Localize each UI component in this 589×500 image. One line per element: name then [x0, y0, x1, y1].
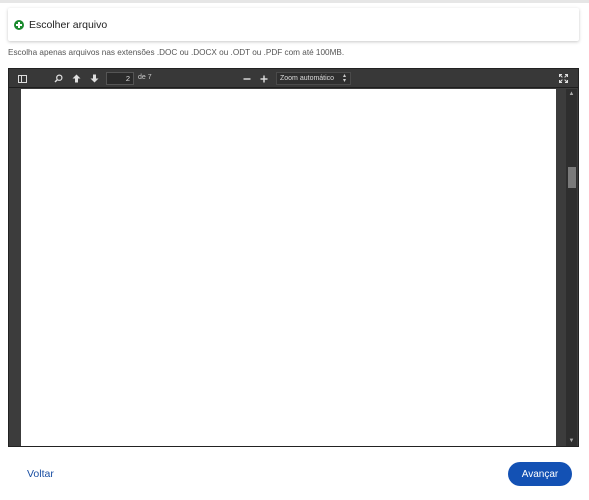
sidebar-toggle-button[interactable]	[16, 72, 29, 85]
zoom-value: Zoom automático	[280, 75, 335, 82]
choose-file-button[interactable]: Escolher arquivo	[8, 8, 579, 41]
viewer-toolbar: de 7 Zoom automático ▴▾	[9, 69, 578, 88]
back-link[interactable]: Voltar	[27, 468, 54, 480]
scrollbar-thumb[interactable]	[568, 167, 576, 188]
file-requirements-text: Escolha apenas arquivos nas extensões .D…	[8, 48, 345, 57]
zoom-out-button[interactable]	[240, 72, 253, 85]
scroll-up-icon[interactable]: ▲	[566, 90, 577, 98]
viewer-scrollbar[interactable]: ▲ ▼	[566, 89, 577, 446]
page-number-input[interactable]	[106, 72, 134, 85]
plus-circle-icon	[14, 19, 24, 30]
zoom-select[interactable]: Zoom automático ▴ ▾	[276, 72, 351, 85]
zoom-in-button[interactable]	[257, 72, 270, 85]
zoom-out-icon	[243, 77, 250, 80]
document-page	[21, 89, 556, 446]
sidebar-toggle-icon	[18, 74, 27, 83]
choose-file-label: Escolher arquivo	[29, 18, 108, 31]
scroll-down-icon[interactable]: ▼	[566, 437, 577, 445]
next-button[interactable]: Avançar	[508, 462, 572, 486]
next-page-button[interactable]	[88, 72, 101, 85]
select-arrows-icon: ▴ ▾	[342, 73, 346, 84]
find-button[interactable]	[52, 72, 65, 85]
zoom-in-icon	[260, 75, 267, 82]
search-icon	[54, 74, 63, 83]
previous-page-button[interactable]	[70, 72, 83, 85]
pdf-viewer: de 7 Zoom automático ▴▾ ▲ ▼	[8, 68, 579, 447]
arrow-down-icon	[90, 74, 99, 83]
fullscreen-icon	[559, 74, 568, 83]
presentation-mode-button[interactable]	[557, 72, 570, 85]
arrow-up-icon	[72, 74, 81, 83]
top-divider	[0, 0, 589, 3]
page-count-label: de 7	[138, 74, 152, 81]
